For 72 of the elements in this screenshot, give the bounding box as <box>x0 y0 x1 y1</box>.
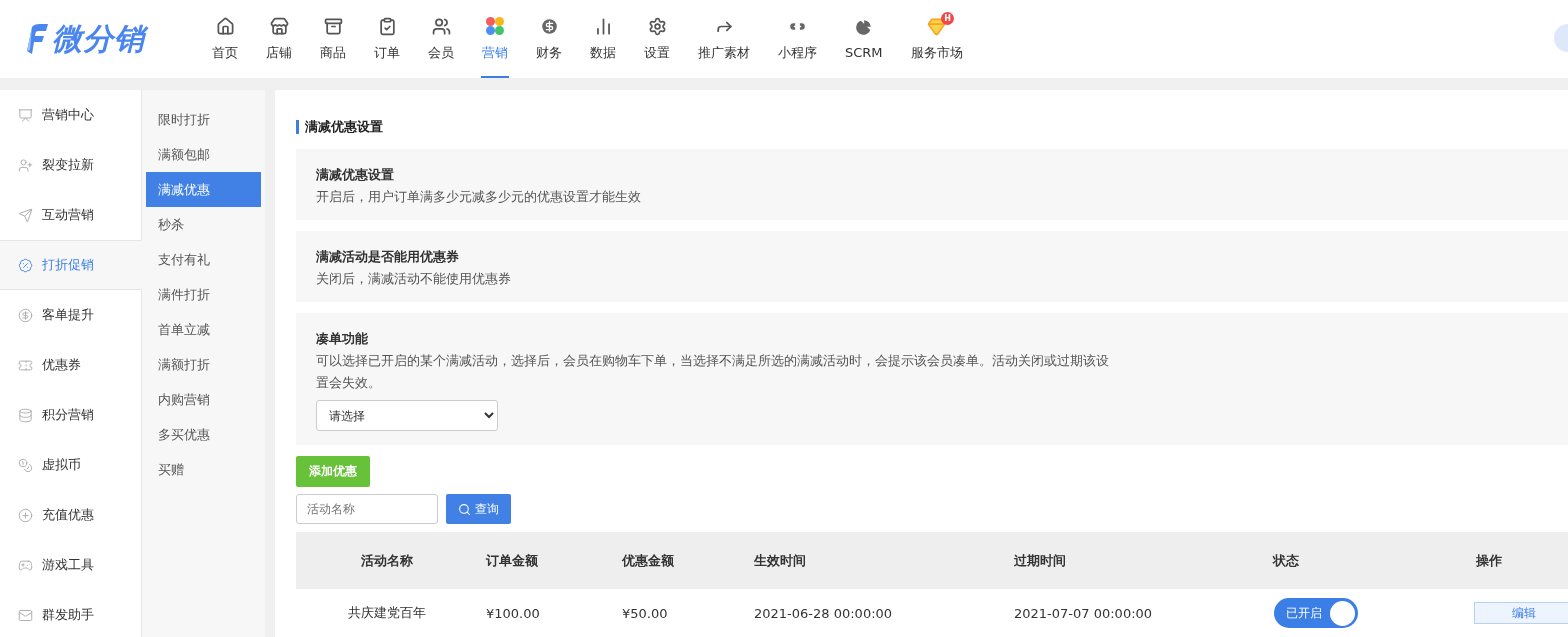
submenu-item[interactable]: 首单立减 <box>146 312 261 347</box>
search-field[interactable]: 活动名称 <box>296 494 438 524</box>
home-icon <box>215 16 235 36</box>
nav-tab[interactable]: H 服务市场 <box>896 0 977 78</box>
table-cell-text: 2021-07-07 00:00:00 <box>1013 605 1154 621</box>
nav-tab[interactable]: 订单 <box>360 0 414 78</box>
store-icon <box>269 16 289 36</box>
users-icon <box>431 16 451 36</box>
column-header: 生效时间 <box>753 551 807 570</box>
column-header: 过期时间 <box>1013 551 1067 570</box>
setting-description: 可以选择已开启的某个满减活动，选择后，会员在购物车下单，当选择不满足所选的满减活动时，会提示该会员凑单。活动关闭或过期该设置会失效。 <box>316 352 1110 392</box>
table-cell-text: 2021-06-28 00:00:00 <box>753 605 894 621</box>
section-title: 满减优惠设置 <box>296 120 1568 134</box>
setting-title: 凑单功能 <box>316 330 369 348</box>
menu-icon <box>18 407 33 423</box>
search-icon <box>458 502 471 516</box>
submenu-item[interactable]: 满额打折 <box>146 347 261 382</box>
new-badge: H <box>941 11 955 25</box>
submenu-item[interactable]: 满减优惠 <box>146 172 261 207</box>
menu-icon <box>18 257 33 273</box>
submenu-item[interactable]: 支付有礼 <box>146 242 261 277</box>
setting-title: 满减活动是否能用优惠券 <box>316 248 460 266</box>
menu-icon <box>18 357 33 373</box>
gem-icon <box>927 16 947 36</box>
nav-tab[interactable]: SCRM <box>831 0 897 78</box>
column-header: 订单金额 <box>485 551 539 570</box>
menu-icon <box>18 107 33 123</box>
table-cell-text: ¥100.00 <box>485 605 541 621</box>
table-cell-text: 共庆建党百年 <box>347 604 427 622</box>
search-button[interactable]: 查询 <box>446 494 511 524</box>
nav-tab[interactable]: 设置 <box>630 0 684 78</box>
submenu-item[interactable]: 内购营销 <box>146 382 261 417</box>
column-header: 操作 <box>1475 551 1503 570</box>
edit-button[interactable]: 编辑 <box>1474 602 1568 624</box>
pie-chart-icon <box>854 18 874 37</box>
submenu-item[interactable]: 秒杀 <box>146 207 261 242</box>
settings-icon <box>647 16 667 36</box>
menu-icon <box>18 157 33 173</box>
setting-description: 开启后，用户订单满多少元减多少元的优惠设置才能生效 <box>316 188 642 206</box>
box-icon <box>323 16 343 36</box>
column-header: 状态 <box>1271 551 1300 570</box>
submenu-item[interactable]: 满额包邮 <box>146 137 261 172</box>
sidebar-item[interactable]: 打折促销 <box>0 240 142 290</box>
submenu-item[interactable]: 满件打折 <box>146 277 261 312</box>
nav-tab[interactable]: 推广素材 <box>684 0 764 78</box>
column-header: 优惠金额 <box>620 551 675 570</box>
nav-tab[interactable]: 营销 <box>468 0 522 78</box>
nav-tab[interactable]: 财务 <box>522 0 576 78</box>
status-toggle[interactable]: 已开启 <box>1274 598 1358 628</box>
submenu-item[interactable]: 买赠 <box>146 452 261 487</box>
select-dropdown[interactable]: 请选择 <box>316 400 498 431</box>
setting-title: 满减优惠设置 <box>316 166 395 184</box>
setting-description: 关闭后，满减活动不能使用优惠券 <box>316 270 512 288</box>
logo-icon <box>26 23 48 55</box>
submenu-item[interactable]: 多买优惠 <box>146 417 261 452</box>
menu-icon <box>18 457 33 473</box>
menu-icon <box>18 607 33 623</box>
menu-icon <box>18 207 33 223</box>
menu-icon <box>18 507 33 523</box>
menu-icon <box>18 557 33 573</box>
nav-tab[interactable]: 数据 <box>576 0 630 78</box>
menu-icon <box>18 307 33 323</box>
submenu-item[interactable]: 限时打折 <box>146 102 261 137</box>
nav-tab[interactable]: 小程序 <box>764 0 831 78</box>
nav-tab[interactable]: 首页 <box>198 0 252 78</box>
nav-tab[interactable]: 店铺 <box>252 0 306 78</box>
table-cell-text: ¥50.00 <box>621 605 669 621</box>
clipboard-icon <box>377 16 397 36</box>
four-petals-icon <box>485 16 505 36</box>
column-header: 活动名称 <box>360 551 414 570</box>
nav-tab[interactable]: 商品 <box>306 0 360 78</box>
nav-tab[interactable]: 会员 <box>414 0 468 78</box>
